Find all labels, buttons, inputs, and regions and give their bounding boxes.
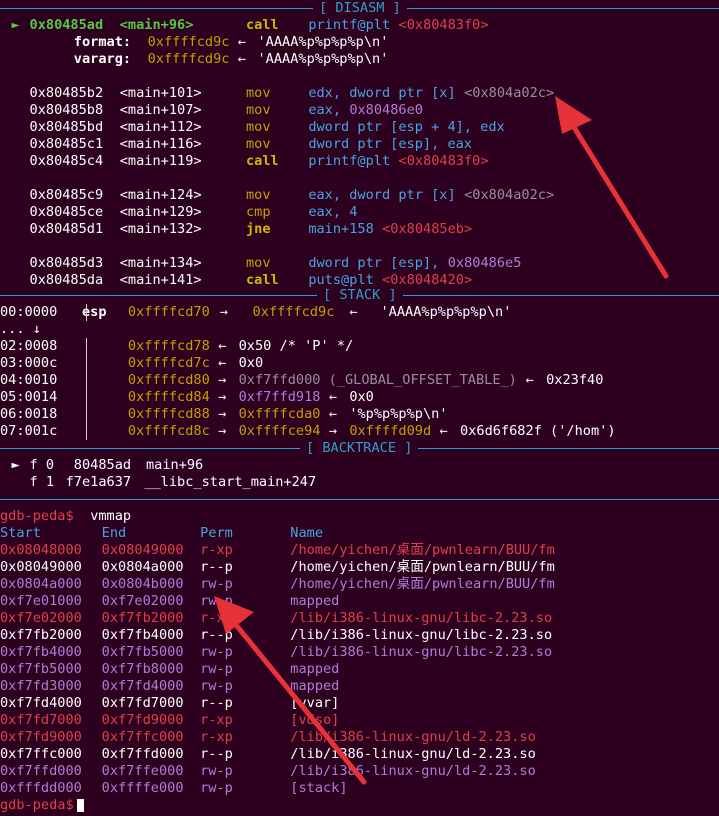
- annotation-arrow-top: [555, 96, 669, 279]
- annotation-arrow-bottom: [214, 596, 367, 785]
- annotation-arrows: [214, 96, 669, 785]
